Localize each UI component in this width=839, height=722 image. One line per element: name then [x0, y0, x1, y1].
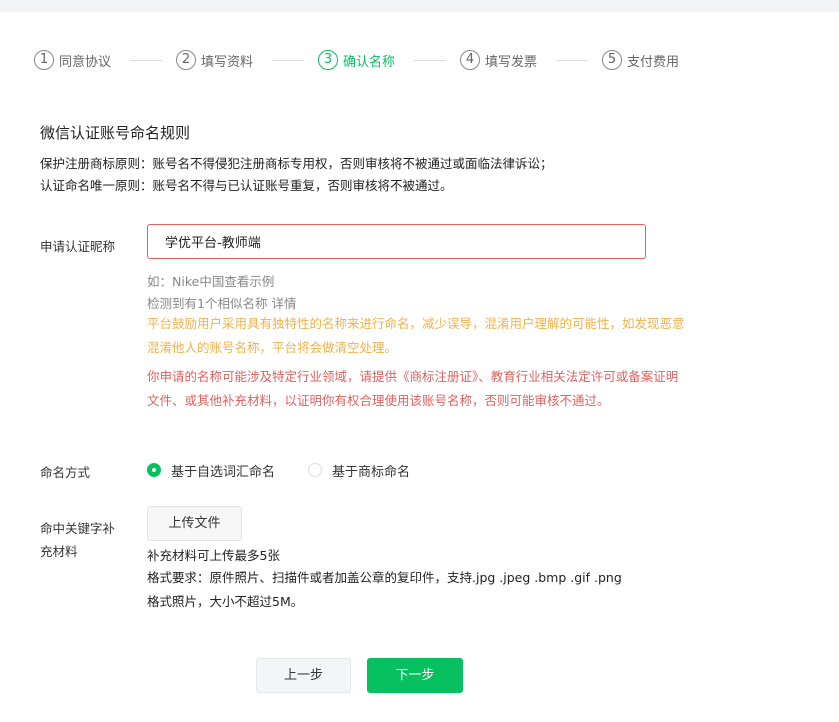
prev-step-button[interactable]: 上一步 [256, 658, 351, 693]
step-5: 5 支付费用 [602, 49, 679, 71]
step-5-number: 5 [602, 50, 622, 70]
step-1: 1 同意协议 [34, 49, 111, 71]
step-4-label: 填写发票 [485, 54, 538, 70]
step-separator [272, 60, 304, 61]
step-3: 3 确认名称 [318, 49, 395, 71]
step-1-number: 1 [34, 50, 54, 70]
naming-method-label: 命名方式 [40, 465, 91, 480]
upload-file-button[interactable]: 上传文件 [147, 506, 242, 541]
orange-warning: 平台鼓励用户采用具有独特性的名称来进行命名，减少误导，混淆用户理解的可能性，如发… [147, 316, 685, 355]
step-separator [556, 60, 588, 61]
example-hint: 如：Nike中国查看示例 [147, 271, 274, 290]
step-1-label: 同意协议 [59, 54, 112, 70]
radio-trademark-label: 基于商标命名 [332, 464, 411, 480]
step-4: 4 填写发票 [460, 49, 537, 71]
example-link[interactable]: Nike中国查看示例 [172, 274, 274, 289]
radio-trademark[interactable]: 基于商标命名 [308, 461, 410, 480]
step-separator [130, 60, 162, 61]
step-5-label: 支付费用 [627, 54, 680, 70]
next-step-button[interactable]: 下一步 [367, 658, 463, 693]
upload-note-count: 补充材料可上传最多5张 [147, 548, 280, 563]
step-2-number: 2 [176, 50, 196, 70]
step-separator [414, 60, 446, 61]
step-2: 2 填写资料 [176, 49, 253, 71]
supplement-label-line2: 充材料 [40, 544, 78, 559]
step-4-number: 4 [460, 50, 480, 70]
upload-note-size: 格式照片，大小不超过5M。 [147, 594, 304, 609]
rule-trademark: 保护注册商标原则：账号名不得侵犯注册商标专用权，否则审核将不被通过或面临法律诉讼… [40, 156, 553, 171]
naming-method-radios: 基于自选词汇命名 基于商标命名 [147, 460, 410, 480]
step-2-label: 填写资料 [201, 54, 254, 70]
step-3-number: 3 [318, 50, 338, 70]
example-prefix: 如： [147, 274, 173, 289]
radio-unchecked-icon [308, 463, 323, 477]
radio-custom-words[interactable]: 基于自选词汇命名 [147, 461, 275, 480]
supplement-label-line1: 命中关键字补 [40, 521, 116, 536]
red-warning: 你申请的名称可能涉及特定行业领域，请提供《商标注册证》、教育行业相关法定许可或备… [147, 369, 679, 408]
similar-details-link[interactable]: 详情 [271, 296, 296, 311]
step-3-label: 确认名称 [343, 54, 396, 70]
radio-checked-icon [147, 463, 161, 477]
similar-text: 检测到有1个相似名称 [147, 296, 268, 311]
rules-title: 微信认证账号命名规则 [40, 124, 191, 142]
upload-note-format: 格式要求：原件照片、扫描件或者加盖公章的复印件，支持.jpg .jpeg .bm… [147, 570, 622, 585]
top-bar [0, 0, 839, 12]
nickname-input[interactable] [147, 224, 646, 259]
radio-custom-words-label: 基于自选词汇命名 [171, 464, 276, 480]
nickname-label: 申请认证昵称 [40, 239, 116, 254]
similar-hint: 检测到有1个相似名称 详情 [147, 293, 296, 312]
rule-unique: 认证命名唯一原则：账号名不得与已认证账号重复，否则审核将不被通过。 [40, 178, 453, 193]
